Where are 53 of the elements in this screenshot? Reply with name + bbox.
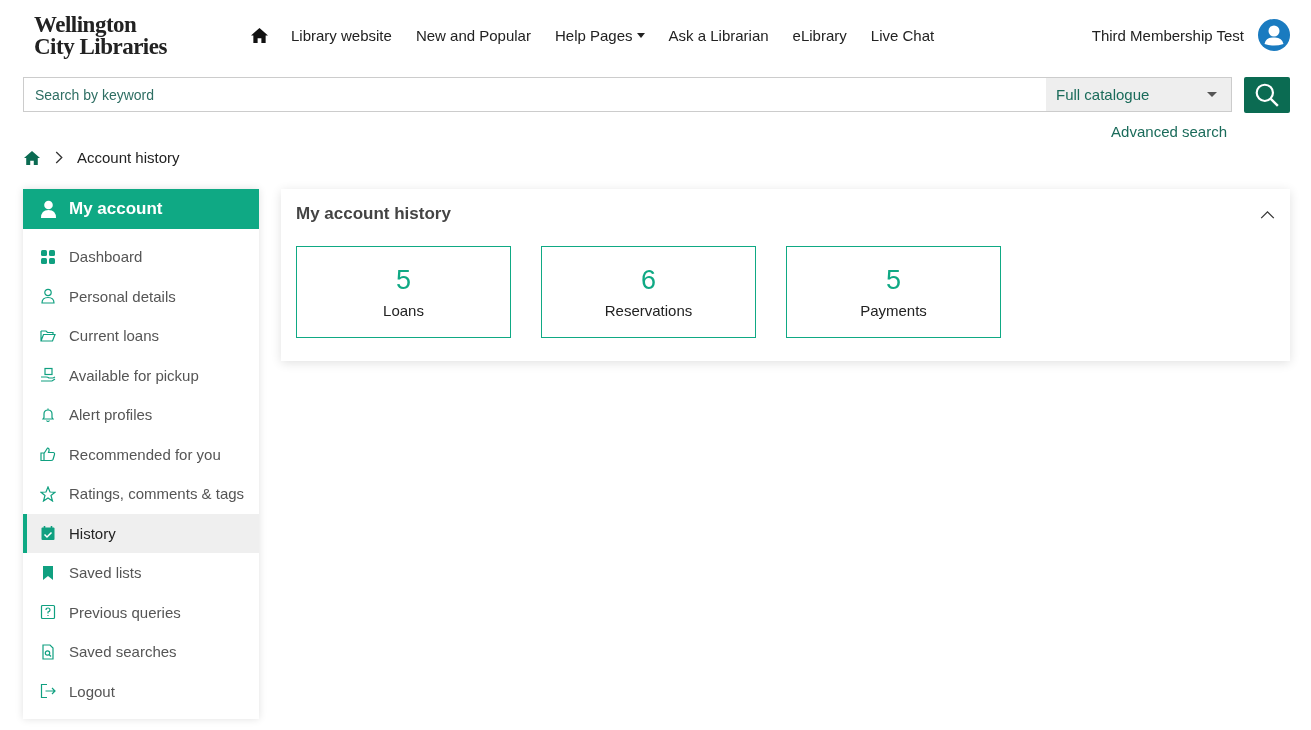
search-button[interactable] — [1244, 77, 1290, 113]
sidebar-item[interactable]: Saved lists — [23, 553, 259, 593]
user-name[interactable]: Third Membership Test — [1091, 26, 1244, 44]
avatar-icon[interactable] — [1258, 19, 1290, 51]
breadcrumb-current: Account history — [77, 149, 180, 166]
nav-link[interactable]: eLibrary — [792, 26, 847, 44]
folder-icon — [40, 327, 56, 344]
bookmark-icon — [40, 564, 56, 581]
stat-card[interactable]: 5 Loans — [296, 246, 511, 338]
sidebar-item[interactable]: History — [23, 513, 259, 553]
sidebar-item[interactable]: Dashboard — [23, 237, 259, 277]
library-logo[interactable]: Wellington City Libraries — [34, 14, 214, 58]
sidebar-item[interactable]: Recommended for you — [23, 434, 259, 474]
sidebar-item[interactable]: Personal details — [23, 276, 259, 316]
question-icon — [40, 604, 56, 621]
sidebar-item[interactable]: Available for pickup — [23, 355, 259, 395]
chevron-up-icon[interactable] — [1260, 209, 1275, 219]
advanced-search-link[interactable]: Advanced search — [1111, 123, 1227, 140]
thumbs-up-icon — [40, 446, 56, 463]
grid-icon — [40, 248, 56, 265]
nav-link[interactable]: Help Pages — [554, 26, 645, 44]
sidebar-item[interactable]: Saved searches — [23, 632, 259, 672]
sidebar-item[interactable]: Current loans — [23, 316, 259, 356]
stat-label: Reservations — [604, 302, 693, 319]
logout-icon — [40, 683, 56, 700]
chevron-right-icon — [55, 151, 63, 164]
nav-link[interactable]: New and Popular — [415, 26, 531, 44]
document-search-icon — [40, 643, 56, 660]
stat-card[interactable]: 5 Payments — [786, 246, 1001, 338]
home-icon[interactable] — [250, 26, 269, 44]
search-icon — [1254, 82, 1280, 108]
star-icon — [40, 485, 56, 502]
hand-box-icon — [40, 367, 56, 384]
nav-link[interactable]: Ask a Librarian — [668, 26, 769, 44]
sidebar-item[interactable]: Alert profiles — [23, 395, 259, 435]
person-icon — [40, 288, 56, 305]
calendar-check-icon — [40, 525, 56, 542]
bell-icon — [40, 406, 56, 423]
sidebar-item[interactable]: Ratings, comments & tags — [23, 474, 259, 514]
panel-title: My account history — [296, 204, 451, 224]
stat-label: Payments — [860, 302, 927, 319]
sidebar-item[interactable]: Previous queries — [23, 592, 259, 632]
stat-count: 5 — [886, 265, 901, 296]
sidebar-item[interactable]: Logout — [23, 671, 259, 711]
nav-link[interactable]: Library website — [291, 26, 392, 44]
sidebar-title: My account — [69, 199, 163, 219]
person-icon — [40, 200, 57, 218]
stat-count: 5 — [396, 265, 411, 296]
home-icon[interactable] — [23, 149, 41, 166]
nav-link[interactable]: Live Chat — [870, 26, 935, 44]
stat-count: 6 — [641, 265, 656, 296]
stat-label: Loans — [383, 302, 424, 319]
stat-card[interactable]: 6 Reservations — [541, 246, 756, 338]
